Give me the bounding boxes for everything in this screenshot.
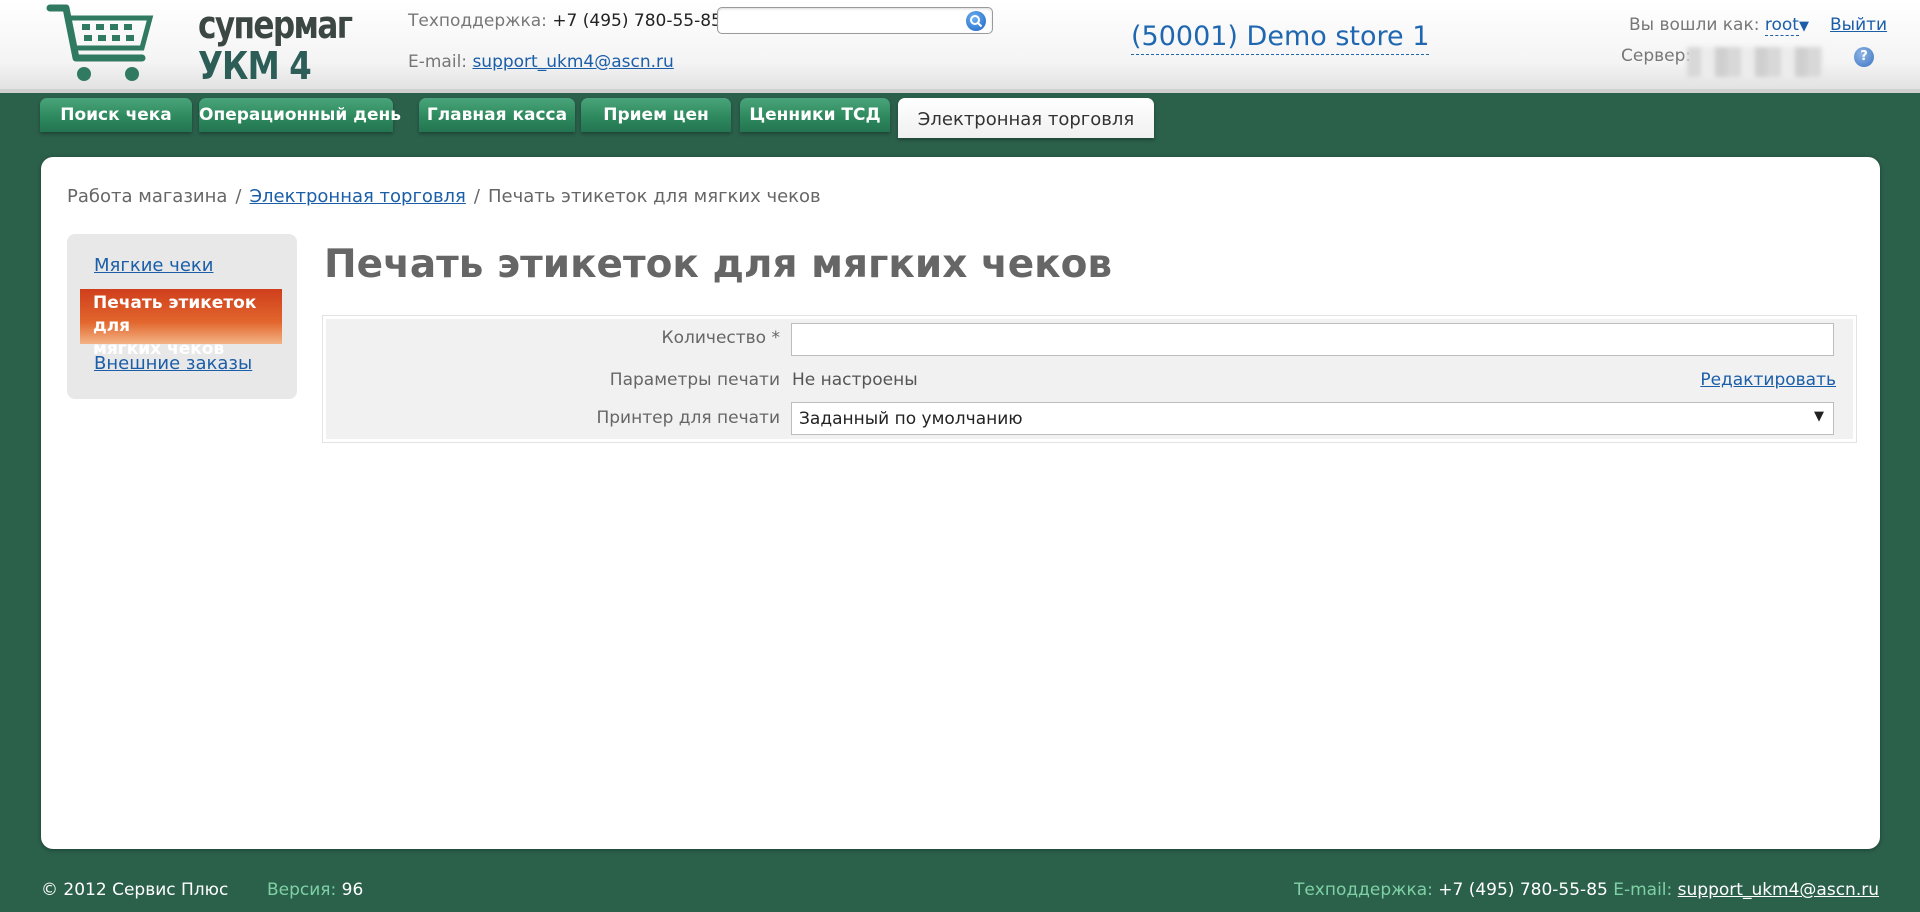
tab-operational-day[interactable]: Операционный день (199, 98, 401, 132)
footer-support-phone: +7 (495) 780-55-85 (1438, 880, 1608, 900)
server-value-redacted (1687, 47, 1823, 77)
search-box (717, 7, 993, 34)
header-email: E-mail: support_ukm4@ascn.ru (408, 52, 674, 72)
quantity-input[interactable] (791, 323, 1834, 356)
email-label: E-mail: (408, 52, 468, 72)
print-params-value: Не настроены (792, 370, 918, 390)
support-email-link[interactable]: support_ukm4@ascn.ru (472, 52, 673, 72)
footer-version: Версия: 96 (267, 880, 363, 900)
tab-price-import[interactable]: Прием цен (581, 98, 731, 132)
footer-email-link[interactable]: support_ukm4@ascn.ru (1678, 880, 1879, 900)
tab-receipt-search[interactable]: Поиск чека (40, 98, 192, 132)
printer-select[interactable]: Заданный по умолчанию ▼ (791, 402, 1834, 435)
footer-support-label: Техподдержка: (1293, 880, 1433, 900)
breadcrumb-separator: / (473, 186, 480, 207)
page-title: Печать этикеток для мягких чеков (324, 242, 1113, 287)
logo-text-line2: УКМ 4 (198, 44, 312, 88)
quantity-label: Количество * (661, 328, 780, 348)
search-button[interactable] (966, 11, 986, 31)
user-menu[interactable]: root (1764, 15, 1799, 36)
version-value: 96 (341, 880, 364, 900)
header-support: Техподдержка: +7 (495) 780-55-85 (408, 11, 722, 31)
print-form: Количество * Параметры печати Не настрое… (322, 315, 1857, 443)
search-icon (970, 15, 983, 28)
support-phone: +7 (495) 780-55-85 (552, 11, 722, 31)
printer-select-value: Заданный по умолчанию (799, 409, 1023, 429)
store-selector[interactable]: (50001) Demo store 1 (1131, 20, 1430, 55)
shopping-cart-icon (46, 4, 154, 81)
side-menu: Мягкие чеки Печать этикеток для мягких ч… (67, 234, 297, 399)
header: супермаг УКМ 4 Техподдержка: +7 (495) 78… (0, 0, 1920, 93)
breadcrumb-current: Печать этикеток для мягких чеков (487, 186, 821, 207)
breadcrumb-section-link[interactable]: Электронная торговля (249, 186, 465, 207)
help-icon[interactable]: ? (1854, 47, 1874, 67)
side-item-label-line1: Печать этикеток для (93, 293, 257, 336)
logged-in-label: Вы вошли как: (1629, 15, 1760, 35)
side-item-print-labels[interactable]: Печать этикеток для мягких чеков (80, 289, 282, 359)
chevron-down-icon[interactable]: ▼ (1799, 19, 1809, 34)
breadcrumb-root: Работа магазина (67, 186, 228, 207)
edit-print-params-link[interactable]: Редактировать (1700, 370, 1836, 390)
logout-link[interactable]: Выйти (1830, 15, 1887, 35)
content-panel: Работа магазина / Электронная торговля / Печ… (41, 157, 1880, 849)
tab-tsd-price-tags[interactable]: Ценники ТСД (740, 98, 890, 132)
side-item-external-orders[interactable]: Внешние заказы (94, 353, 252, 374)
printer-label: Принтер для печати (596, 408, 780, 428)
dropdown-arrow-icon: ▼ (1814, 409, 1824, 424)
search-input[interactable] (724, 8, 964, 32)
login-info: Вы вошли как: root▼ (1629, 15, 1809, 36)
tab-e-commerce[interactable]: Электронная торговля (898, 98, 1154, 138)
tab-main-cashdesk[interactable]: Главная касса (419, 98, 575, 132)
footer-email-label: E-mail: (1613, 880, 1673, 900)
breadcrumb-separator: / (235, 186, 242, 207)
support-label: Техподдержка: (408, 11, 547, 31)
side-item-soft-receipts[interactable]: Мягкие чеки (94, 255, 213, 276)
breadcrumb: Работа магазина / Электронная торговля / Печ… (67, 186, 821, 207)
logo-text-line1: супермаг (198, 3, 353, 47)
version-label: Версия: (267, 880, 337, 900)
print-params-label: Параметры печати (609, 370, 780, 390)
footer-support: Техподдержка: +7 (495) 780-55-85 E-mail:… (1294, 880, 1879, 900)
footer-copyright: © 2012 Сервис Плюс (41, 880, 229, 900)
server-label: Сервер: (1621, 46, 1692, 66)
logo[interactable]: супермаг УКМ 4 (46, 2, 353, 86)
